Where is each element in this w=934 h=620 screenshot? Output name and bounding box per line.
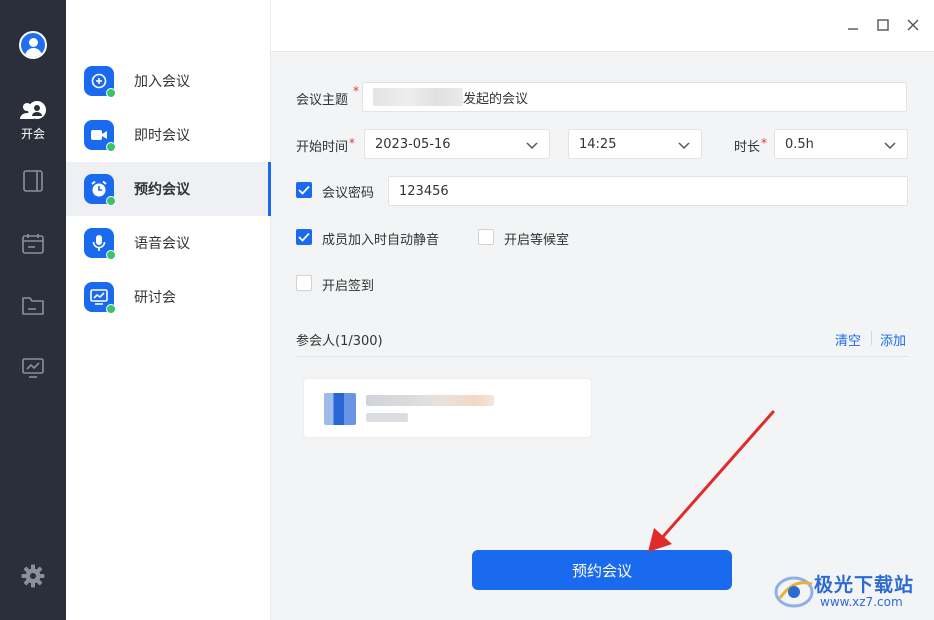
watermark-logo-icon: [774, 576, 814, 608]
close-icon: [907, 19, 919, 31]
topic-suffix: 发起的会议: [463, 91, 529, 107]
video-camera-icon: [84, 120, 116, 152]
sidebar-item-label: 加入会议: [134, 74, 190, 90]
rail-item-calendar[interactable]: [0, 233, 66, 255]
start-time-value: 14:25: [579, 136, 617, 152]
start-date-value: 2023-05-16: [375, 136, 451, 152]
gear-icon: [21, 564, 45, 588]
meeting-type-sidebar: 加入会议 即时会议 预约会议 语音会议 研讨会: [66, 0, 272, 620]
add-participant-link[interactable]: 添加: [880, 330, 906, 349]
monitor-icon: [22, 358, 44, 378]
check-icon: [298, 185, 310, 195]
waiting-room-label: 开启等候室: [504, 233, 570, 248]
tablet-icon: [22, 170, 44, 192]
sidebar-item-seminar[interactable]: 研讨会: [66, 270, 271, 324]
users-icon: [18, 100, 48, 122]
chevron-down-icon: [526, 142, 538, 150]
sign-in-label: 开启签到: [322, 279, 375, 294]
presentation-icon: [84, 282, 116, 314]
watermark-title: 极光下载站: [814, 574, 915, 596]
participant-card[interactable]: [303, 378, 592, 438]
password-label: 会议密码: [322, 186, 375, 201]
rail-item-screen[interactable]: [0, 358, 66, 378]
schedule-meeting-panel: 会议主题 * 发起的会议 开始时间* 2023-05-16 14:25 时长* …: [271, 0, 934, 620]
sidebar-item-voice[interactable]: 语音会议: [66, 216, 271, 270]
avatar: [324, 393, 356, 425]
alarm-clock-icon: [84, 174, 116, 206]
watermark-url: www.xz7.com: [820, 595, 903, 609]
plus-circle-icon: [84, 66, 116, 98]
auto-mute-checkbox[interactable]: [296, 229, 312, 245]
password-input[interactable]: 123456: [388, 176, 908, 206]
topic-label: 会议主题: [296, 93, 349, 108]
chevron-down-icon: [678, 142, 690, 150]
title-bar: [271, 0, 934, 52]
start-time-label: 开始时间*: [296, 136, 356, 155]
sidebar-item-schedule[interactable]: 预约会议: [66, 162, 272, 216]
maximize-icon: [877, 19, 889, 31]
sign-in-checkbox[interactable]: [296, 275, 312, 291]
duration-value: 0.5h: [785, 136, 814, 152]
redacted-participant-detail: [366, 413, 408, 422]
sidebar-item-label: 研讨会: [134, 290, 176, 306]
sidebar-item-label: 语音会议: [134, 236, 190, 252]
participants-label: 参会人(1/300): [296, 334, 383, 349]
duration-select[interactable]: 0.5h: [774, 129, 908, 159]
password-value: 123456: [399, 183, 449, 199]
topic-input[interactable]: 发起的会议: [362, 82, 907, 112]
microphone-icon: [84, 228, 116, 260]
password-checkbox[interactable]: [296, 182, 312, 198]
settings-button[interactable]: [0, 564, 66, 588]
redacted-name: [373, 88, 463, 106]
close-button[interactable]: [902, 14, 924, 36]
rail-item-meeting[interactable]: 开会: [0, 100, 66, 142]
start-date-select[interactable]: 2023-05-16: [364, 129, 550, 159]
required-mark: *: [353, 84, 359, 98]
chevron-down-icon: [884, 142, 896, 150]
sidebar-item-label: 即时会议: [134, 128, 190, 144]
minimize-button[interactable]: [842, 14, 864, 36]
divider: [871, 331, 872, 345]
minimize-icon: [848, 28, 858, 30]
participants-divider: [296, 356, 908, 357]
user-avatar[interactable]: [19, 31, 47, 59]
start-time-select[interactable]: 14:25: [568, 129, 702, 159]
sidebar-item-instant[interactable]: 即时会议: [66, 108, 271, 162]
sidebar-item-label: 预约会议: [134, 182, 190, 198]
waiting-room-checkbox[interactable]: [478, 229, 494, 245]
maximize-button[interactable]: [872, 14, 894, 36]
auto-mute-label: 成员加入时自动静音: [322, 233, 440, 248]
clear-participants-link[interactable]: 清空: [835, 330, 861, 349]
duration-label: 时长*: [734, 136, 768, 155]
calendar-icon: [22, 233, 44, 255]
folder-icon: [22, 295, 44, 315]
left-rail: 开会: [0, 0, 66, 620]
redacted-participant-name: [366, 395, 494, 406]
rail-item-files[interactable]: [0, 295, 66, 315]
sidebar-item-join[interactable]: 加入会议: [66, 54, 271, 108]
schedule-meeting-button[interactable]: 预约会议: [472, 550, 732, 590]
check-icon: [298, 232, 310, 242]
watermark: 极光下载站 www.xz7.com: [772, 562, 932, 616]
rail-item-meeting-label: 开会: [20, 127, 45, 141]
rail-item-docs[interactable]: [0, 170, 66, 192]
